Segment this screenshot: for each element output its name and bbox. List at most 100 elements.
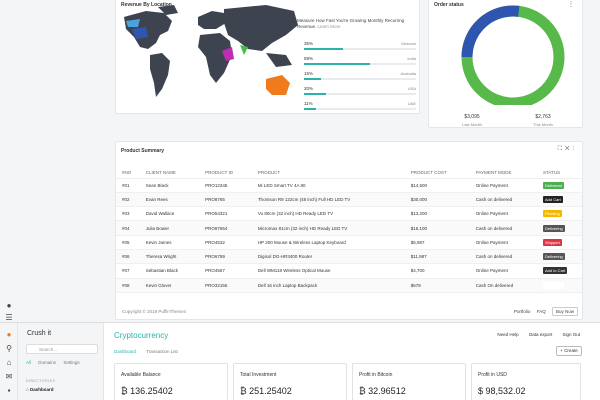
last-month-stat: $3,095 Last Month [442,114,502,127]
cell-status: Delivering [537,220,582,236]
sidebar-search-input[interactable]: Search... [26,344,98,354]
table-row[interactable]: #01 Sean Black PRO12345 Mi LED Smart TV 4A … [116,178,582,193]
cell-mode: Cash on delivered [469,192,537,208]
cell-no: #07 [116,263,140,279]
cell-product: Thomson R9 122cm (48 inch) Full HD LED T… [251,192,405,208]
order-status-card: Order status ⋮ 27.0% 63.0% $3,095 Last M… [428,0,583,128]
tab-transaction-list[interactable]: Transaction List [146,349,178,354]
cell-cost: $14,500 [404,178,470,193]
table-row[interactable]: #08 Kevin Glover PRO32156 Dell 16 inch Lapt… [116,278,582,293]
cell-mode: Cash on delivered [469,249,537,265]
stat-country: Moscow [401,41,416,46]
main-tabs: Dashboard Transaction List [114,349,187,354]
expand-icon[interactable]: ⛶ [558,146,565,152]
sidebar-title: Crush it [27,330,52,337]
stat-progress-bar [304,63,416,65]
cell-status: Pending [537,206,582,222]
donut-label-green: 63.0% [535,65,547,70]
sidebar-section-label: DIRECTORIES [26,379,56,383]
table-row[interactable]: #04 Julia Bower PRO97654 Micromax 81cm (32 … [116,220,582,236]
faq-link[interactable]: FAQ [537,309,546,314]
sidebar-tab-domains[interactable]: Domains [38,360,56,365]
status-badge: Add to Cart [543,267,568,275]
cell-client: Sean Black [139,178,200,193]
bell-icon[interactable]: ● [5,302,13,310]
bottom-icon-rail: ● ⚲ ⌂ ✉ ▪ [0,323,18,400]
cell-pid: PRO8765 [199,192,252,208]
sidebar-item-dashboard[interactable]: ⌂ Dashboard [26,387,100,392]
stat-progress-fill [304,48,344,50]
donut-blue-arc [461,5,520,58]
data-export-link[interactable]: Data export [529,332,552,337]
cell-pid: PRO32156 [199,278,252,293]
status-badge: Shipped [543,238,562,246]
table-row[interactable]: #05 Kevin James PRO4532 HP 200 Mouse & Wire… [116,235,582,250]
sidebar-tab-settings[interactable]: Settings [63,360,79,365]
cell-no: #06 [116,249,140,265]
sidebar: Crush it Search... All Domains Settings … [18,323,104,400]
kpi-value: ₿ 136.25402 [121,386,173,396]
this-month-stat: $2,763 This Month [513,114,573,127]
stat-percent: 59% [304,56,314,61]
buy-now-button[interactable]: Buy Now [551,307,578,316]
create-button[interactable]: + Create [556,346,582,356]
need-help-link[interactable]: Need Help [497,332,518,337]
kpi-profit-usd: Profit in USD $ 98,532.02 [471,363,581,400]
product-card-tools: ⛶✕⋮ [558,146,577,153]
cell-product: Mi LED Smart TV 4A 80 [251,178,405,193]
cell-no: #03 [116,206,140,222]
cell-pid: PRO6789 [199,249,252,265]
map-headline: Measure How Fast You're Growing Monthly … [297,18,417,30]
map-region-asia [224,5,298,51]
cell-cost: $678 [404,278,470,293]
stat-progress-fill [304,93,327,95]
column-header: STATUS [537,168,582,179]
stat-progress-bar [304,48,416,50]
cell-client: Julia Bower [139,220,200,236]
cell-client: David Wallace [139,206,200,222]
table-row[interactable]: #07 Sebastian Black PRO4567 Dell WM118 Wire… [116,263,582,279]
search-icon[interactable]: ⚲ [5,345,13,353]
table-row[interactable]: #03 David Wallace PRO54321 Vu 80cm (32 inch… [116,206,582,222]
column-header: #NO [116,168,140,179]
cell-client: Kevin James [139,235,200,250]
cell-pid: PRO12345 [199,178,252,193]
learn-more-link[interactable]: Learn More [318,24,341,29]
footer-links: Portfolio FAQ Buy Now [509,307,578,316]
crypto-app: ● ⚲ ⌂ ✉ ▪ Crush it Search... All Domains… [0,322,600,400]
map-region-southeast-asia [266,53,292,67]
more-icon[interactable]: ⋮ [572,146,577,152]
stat-percent: 11% [304,101,313,106]
kpi-label: Profit in USD [478,372,507,378]
kpi-profit-bitcoin: Profit in Bitcoin ₿ 32.96512 [352,363,466,400]
avatar[interactable]: ● [5,331,13,339]
cell-cost: $5,987 [404,235,470,250]
mail-icon[interactable]: ✉ [5,373,13,381]
home-icon[interactable]: ⌂ [5,359,13,367]
stat-country: India [407,56,416,61]
menu-icon[interactable]: ☰ [5,314,13,322]
column-header: PRODUCT COST [404,168,470,179]
cell-no: #01 [116,178,140,193]
sign-out-link[interactable]: Sign Out [562,332,580,337]
portfolio-link[interactable]: Portfolio [514,309,531,314]
cell-pid: PRO4532 [199,235,252,250]
cell-status: Delivered [537,278,582,293]
dashboard-screen: ● ☰ Revenue By Location Measure How Fast… [0,0,600,400]
kpi-total-investment: Total Investment ₿ 251.25402 [233,363,347,400]
cell-cost: $13,200 [404,206,470,222]
create-button-label: Create [564,348,578,353]
table-row[interactable]: #02 Evan Rees PRO8765 Thomson R9 122cm (48 … [116,192,582,208]
tab-dashboard[interactable]: Dashboard [114,349,136,354]
cell-mode: Cash on delivered [469,220,537,236]
product-summary-card: Product Summary ⛶✕⋮ #NO CLIENT NAME PRODUC… [115,141,583,320]
revenue-map-card: Revenue By Location Measure How Fast You… [115,0,420,114]
kpi-value: $ 98,532.02 [478,386,526,396]
table-row[interactable]: #06 Theresa Wright PRO6789 Digisol DG-HR340… [116,249,582,265]
cell-status: Add Cart [537,192,582,208]
sidebar-tab-all[interactable]: All [26,360,31,365]
chat-icon[interactable]: ▪ [5,387,13,395]
column-header: CLIENT NAME [139,168,200,179]
cell-status: Add to Cart [537,263,582,279]
stat-progress-fill [304,108,317,110]
